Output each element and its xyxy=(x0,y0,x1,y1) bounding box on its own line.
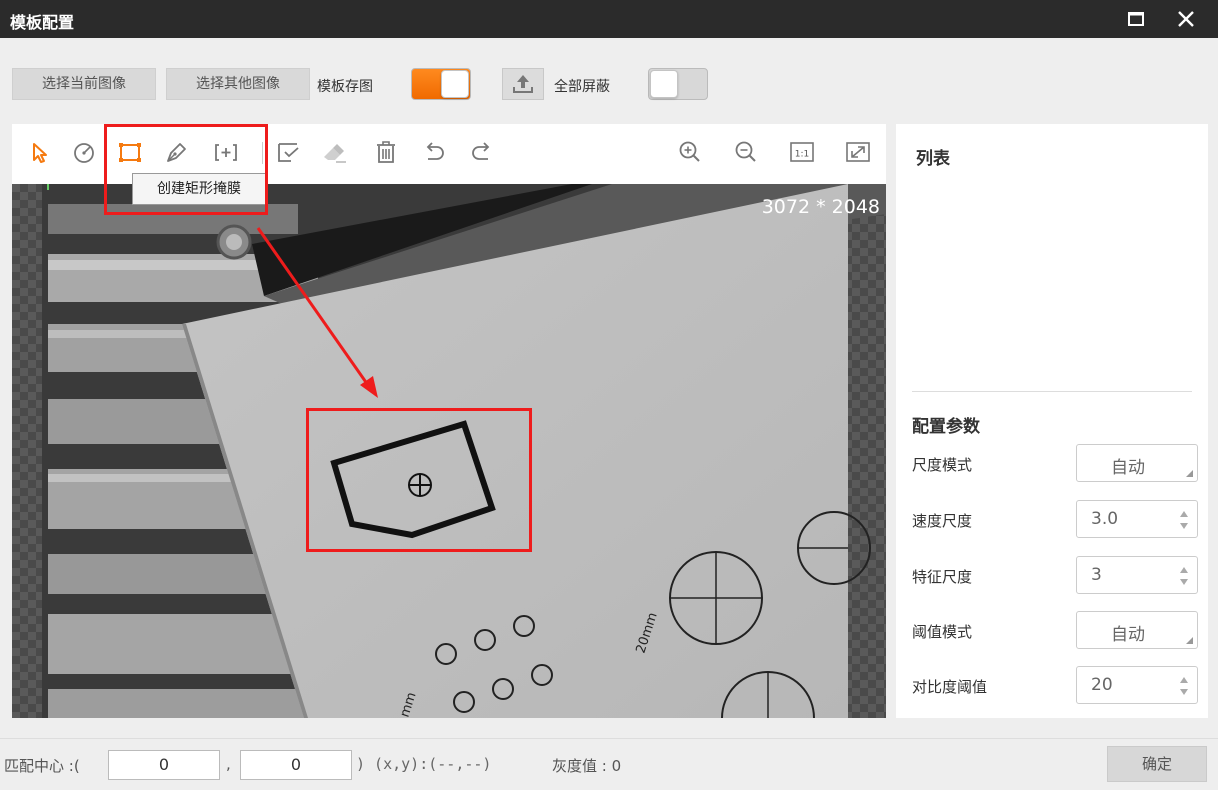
match-center-y-input[interactable]: 0 xyxy=(240,750,352,780)
spinner-arrows-icon[interactable] xyxy=(1179,565,1189,587)
camera-image: 20mm mm xyxy=(12,184,886,718)
rectangle-mask-icon[interactable] xyxy=(116,138,144,166)
undo-icon[interactable] xyxy=(420,138,448,166)
bottom-bar: 匹配中心 :( 0 , 0 ) (x,y):(--,--) 灰度值 : 0 确定 xyxy=(0,738,1218,790)
feature-scale-spinbox[interactable]: 3 xyxy=(1076,556,1198,594)
redo-icon[interactable] xyxy=(468,138,496,166)
spin-value: 3 xyxy=(1091,565,1102,585)
close-icon[interactable] xyxy=(1172,5,1200,33)
comma-separator: , xyxy=(226,755,231,773)
window-title: 模板配置 xyxy=(10,13,75,32)
add-region-icon[interactable] xyxy=(212,138,240,166)
panel-divider xyxy=(912,391,1192,392)
speed-scale-spinbox[interactable]: 3.0 xyxy=(1076,500,1198,538)
image-resolution: 3072 * 2048 xyxy=(761,196,880,218)
zoom-in-icon[interactable] xyxy=(676,138,704,166)
config-params-title: 配置参数 xyxy=(912,417,980,437)
gray-value-readout: 灰度值 : 0 xyxy=(552,757,622,775)
param-label: 对比度阈值 xyxy=(912,678,988,696)
mask-all-toggle[interactable] xyxy=(648,68,708,100)
spinner-arrows-icon[interactable] xyxy=(1179,509,1189,531)
toggle-knob xyxy=(650,70,678,98)
title-bar: 模板配置 xyxy=(0,0,1218,38)
param-row-feature-scale: 特征尺度 3 xyxy=(912,556,1198,594)
image-view[interactable]: 20mm mm 3072 * 2048 xyxy=(12,184,886,718)
select-other-image-button[interactable]: 选择其他图像 xyxy=(166,68,310,100)
template-save-toggle[interactable] xyxy=(411,68,471,100)
template-save-label: 模板存图 xyxy=(317,79,373,95)
circle-mask-icon[interactable] xyxy=(70,138,98,166)
fit-window-icon[interactable] xyxy=(844,138,872,166)
match-center-x-input[interactable]: 0 xyxy=(108,750,220,780)
dropdown-corner-icon xyxy=(1186,470,1193,477)
list-title: 列表 xyxy=(916,149,950,169)
edit-check-icon[interactable] xyxy=(274,138,302,166)
delete-icon[interactable] xyxy=(372,138,400,166)
pen-mask-icon[interactable] xyxy=(162,138,190,166)
actual-size-text: 1:1 xyxy=(795,150,809,160)
select-current-image-button[interactable]: 选择当前图像 xyxy=(12,68,156,100)
spin-value: 3.0 xyxy=(1091,509,1119,529)
dropdown-corner-icon xyxy=(1186,637,1193,644)
select-value: 自动 xyxy=(1111,625,1145,645)
tooltip-create-rectangle-mask: 创建矩形掩膜 xyxy=(132,173,266,205)
image-canvas-panel: 1:1 创建矩形掩膜 20mm mm 3072 * 2048 xyxy=(12,124,886,718)
spin-value: 20 xyxy=(1091,675,1113,695)
scale-mode-select[interactable]: 自动 xyxy=(1076,444,1198,482)
mask-all-label: 全部屏蔽 xyxy=(554,79,610,95)
right-panel: 列表 配置参数 尺度模式 自动 速度尺度 3.0 特征尺度 3 阈值模式 自动 … xyxy=(896,124,1208,718)
confirm-button[interactable]: 确定 xyxy=(1107,746,1207,782)
top-toolbar: 选择当前图像 选择其他图像 模板存图 全部屏蔽 xyxy=(0,38,1218,122)
toggle-knob xyxy=(441,70,469,98)
maximize-icon[interactable] xyxy=(1122,5,1150,33)
eraser-icon[interactable] xyxy=(320,138,348,166)
param-row-scale-mode: 尺度模式 自动 xyxy=(912,444,1198,482)
select-value: 自动 xyxy=(1111,458,1145,478)
param-label: 特征尺度 xyxy=(912,568,973,586)
param-label: 速度尺度 xyxy=(912,512,973,530)
param-row-contrast-threshold: 对比度阈值 20 xyxy=(912,666,1198,704)
threshold-mode-select[interactable]: 自动 xyxy=(1076,611,1198,649)
upload-icon xyxy=(513,75,533,93)
toolbar-separator xyxy=(262,142,263,164)
cursor-coordinate-readout: ) (x,y):(--,--) xyxy=(356,755,492,773)
zoom-out-icon[interactable] xyxy=(732,138,760,166)
actual-size-icon[interactable]: 1:1 xyxy=(788,138,816,166)
param-label: 阈值模式 xyxy=(912,623,973,641)
param-row-threshold-mode: 阈值模式 自动 xyxy=(912,611,1198,649)
upload-button[interactable] xyxy=(502,68,544,100)
param-label: 尺度模式 xyxy=(912,456,973,474)
spinner-arrows-icon[interactable] xyxy=(1179,675,1189,697)
select-pointer-icon[interactable] xyxy=(26,138,54,166)
param-row-speed-scale: 速度尺度 3.0 xyxy=(912,500,1198,538)
match-center-label: 匹配中心 :( xyxy=(4,757,80,775)
contrast-threshold-spinbox[interactable]: 20 xyxy=(1076,666,1198,704)
